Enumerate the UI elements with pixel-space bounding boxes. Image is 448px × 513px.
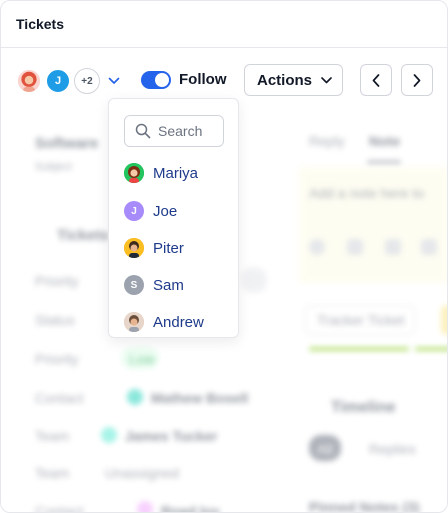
avatar-initial: J	[54, 75, 62, 87]
bg-row-6: Team	[35, 465, 70, 481]
bg-progress-1	[309, 347, 409, 351]
avatar: S	[124, 275, 144, 295]
bg-filter-all-label: All	[317, 441, 333, 457]
bg-tab-underline	[367, 161, 401, 163]
option-label: Joe	[153, 202, 178, 220]
avatar	[124, 163, 144, 183]
bg-pinned-label: Pinned Notes (3)	[309, 499, 420, 513]
bg-tab-note: Note	[369, 133, 401, 149]
search-icon	[135, 123, 151, 139]
avatar-initial: J	[131, 205, 137, 217]
next-ticket-button[interactable]	[401, 64, 433, 96]
chevron-down-icon	[108, 77, 120, 84]
toggle-knob	[155, 73, 169, 87]
bg-dot-1	[127, 389, 143, 405]
option-label: Mariya	[153, 164, 199, 182]
assignee-dropdown: Mariya J Joe Piter S Sam	[108, 98, 239, 338]
bg-row-1: Priority	[35, 273, 79, 289]
bg-tab-reply: Reply	[309, 133, 345, 149]
avatar-user-1[interactable]	[16, 68, 42, 94]
bg-value-3: Unassigned	[105, 465, 179, 481]
avatar-more[interactable]: +2	[74, 68, 100, 94]
title-bar: Tickets	[1, 1, 447, 48]
bg-heading: Software	[35, 135, 99, 152]
ticket-note-panel: Reply Note Add a note here to Tracker Ti…	[291, 115, 447, 513]
bg-low-badge	[121, 347, 159, 369]
chevron-right-icon	[413, 73, 421, 87]
option-andrew[interactable]: Andrew	[124, 310, 234, 334]
bg-dot-3	[137, 501, 153, 512]
avatar-photo-icon	[124, 163, 144, 183]
avatar	[124, 238, 144, 258]
bg-timeline-title: Timeline	[331, 399, 396, 416]
bg-tracker-chip-2	[441, 305, 447, 335]
bg-pill	[241, 267, 267, 293]
bg-subheading: Subject	[35, 161, 72, 173]
bg-row-4: Contact	[35, 390, 84, 406]
option-piter[interactable]: Piter	[124, 236, 234, 260]
search-field[interactable]	[124, 115, 224, 147]
avatar-initial: S	[130, 279, 138, 291]
bg-value-1: Mathew Bosell	[151, 390, 249, 406]
bg-value-2: James Tucker	[125, 428, 218, 444]
bg-row-5: Team	[35, 428, 70, 444]
bg-section: Tickets	[57, 227, 109, 244]
bg-low-text: Low	[129, 351, 155, 367]
bg-dot-2	[101, 427, 117, 443]
bg-filter-all	[309, 435, 341, 461]
option-label: Sam	[153, 276, 184, 294]
bg-icon-3	[385, 239, 401, 255]
avatar	[124, 312, 144, 332]
chevron-down-icon	[321, 76, 332, 83]
option-label: Andrew	[153, 313, 204, 331]
follow-label: Follow	[179, 71, 227, 88]
avatar-user-2[interactable]: J	[45, 68, 71, 94]
bg-filter-replies: Replies	[369, 441, 416, 457]
option-sam[interactable]: S Sam	[124, 273, 234, 297]
bg-tracker-label: Tracker Ticket	[317, 312, 405, 328]
bg-progress-2	[415, 347, 447, 351]
actions-label: Actions	[257, 71, 313, 89]
bg-value-4: Road Ivy	[161, 503, 220, 513]
actions-button[interactable]: Actions	[244, 64, 343, 96]
option-label: Piter	[153, 239, 184, 257]
bg-icon-1	[309, 239, 325, 255]
option-mariya[interactable]: Mariya	[124, 161, 234, 185]
bg-row-7: Contact	[35, 503, 84, 513]
bg-note-area	[299, 167, 447, 283]
avatar: J	[124, 201, 144, 221]
avatar-photo-icon	[18, 70, 40, 92]
bg-note-placeholder: Add a note here to	[309, 185, 425, 201]
bg-icon-4	[421, 239, 437, 255]
avatar-photo-icon	[124, 312, 144, 332]
window-title: Tickets	[16, 16, 64, 32]
avatar-more-count: +2	[81, 75, 93, 87]
bg-row-3: Priority	[35, 351, 79, 367]
previous-ticket-button[interactable]	[360, 64, 392, 96]
bg-tracker-chip	[305, 305, 415, 335]
tickets-window: Tickets Software Subject Tickets Priorit…	[0, 0, 448, 513]
bg-icon-2	[347, 239, 363, 255]
avatar-photo-icon	[124, 238, 144, 258]
search-input[interactable]	[158, 123, 220, 139]
bg-row-2: Status	[35, 312, 75, 328]
chevron-left-icon	[372, 73, 380, 87]
option-joe[interactable]: J Joe	[124, 199, 234, 223]
follow-toggle[interactable]	[141, 71, 171, 89]
assignee-dropdown-toggle[interactable]	[104, 71, 124, 91]
